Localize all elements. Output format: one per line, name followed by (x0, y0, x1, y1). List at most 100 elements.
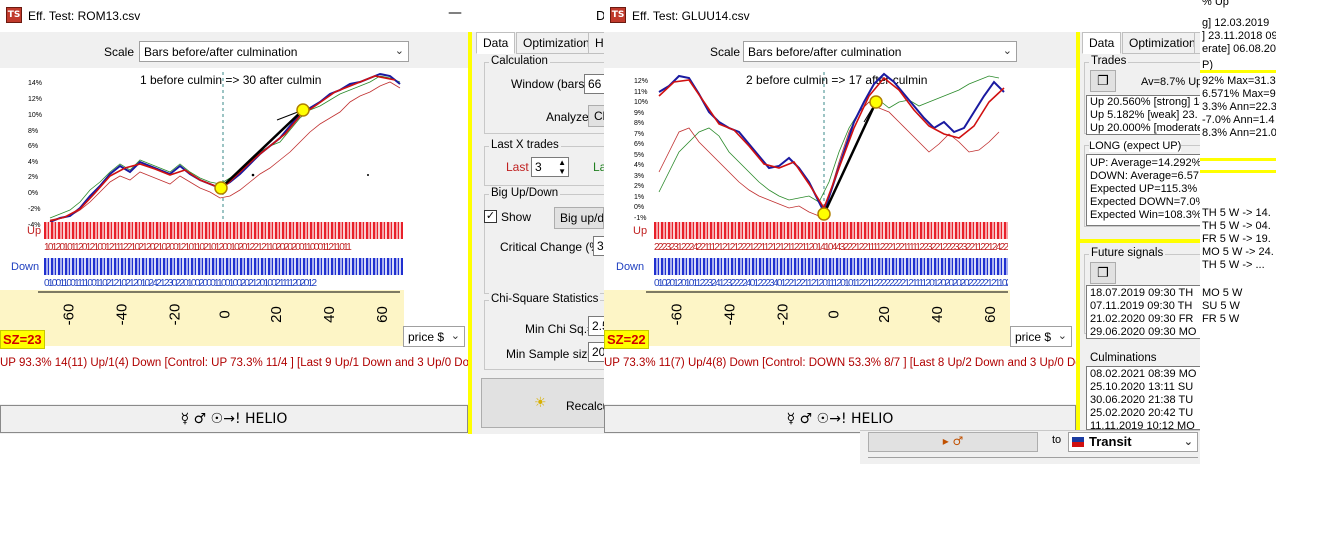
spinner-arrows-icon[interactable]: ▲ ▼ (558, 158, 566, 176)
y-tick-label: 6% (634, 141, 645, 148)
down-band (44, 258, 403, 275)
y-tick-label: 6% (28, 143, 39, 150)
app-icon: TS (610, 7, 626, 23)
series-red-thin (49, 81, 401, 221)
long-title: LONG (expect UP) (1089, 140, 1182, 152)
helio-button[interactable]: ☿ ♂ ☉→! HELIO (604, 405, 1076, 433)
culmination-start-marker (817, 207, 831, 221)
mars-button[interactable]: ▸ ♂ (868, 432, 1038, 452)
tab-optimization[interactable]: Optimization (1122, 32, 1200, 54)
y-tick-label: 9% (634, 109, 645, 117)
yellow-divider (1080, 239, 1200, 243)
list-item[interactable]: 18.07.2019 09:30 TH (1087, 287, 1200, 300)
min-sample-label: Min Sample size= (506, 347, 602, 361)
up-label: Up (633, 225, 648, 237)
trades-list[interactable]: Up 20.560% [strong] 14 Up 5.182% [weak] … (1086, 95, 1200, 135)
list-item[interactable]: 25.02.2020 20:42 TU (1087, 407, 1200, 420)
x-tick-label: -20 (166, 303, 184, 326)
min-chi-input[interactable]: 2.5 (588, 316, 604, 336)
y-tick-label: 2% (634, 183, 645, 190)
up-band (654, 222, 1008, 239)
list-item[interactable]: 07.11.2019 09:30 TH (1087, 300, 1200, 313)
up-digits: 2223231222422111212121222122112121211221… (654, 242, 1008, 253)
left-price-plot (49, 72, 401, 224)
far-top-row: ] 23.11.2018 09 (1202, 30, 1276, 42)
down-digits: 0100110011110011021210212010242123022010… (44, 278, 317, 289)
average-text: Av=8.7% Up (1141, 76, 1200, 88)
copy-signals-button[interactable]: ❐ (1090, 262, 1116, 284)
culmination-end-marker (869, 95, 883, 109)
list-item[interactable]: 25.10.2020 13:11 SU (1087, 381, 1200, 394)
left-window-title: Eff. Test: ROM13.csv (28, 9, 141, 23)
y-tick-label: 10% (634, 99, 649, 106)
left-titlebar[interactable]: TS Eff. Test: ROM13.csv — (0, 0, 470, 32)
y-tick-label: 10% (28, 112, 43, 119)
x-tick-label: 0 (825, 310, 843, 319)
critical-change-input[interactable]: 3 (593, 236, 604, 256)
price-select[interactable]: price $ ⌄ (403, 326, 465, 347)
last-input[interactable]: 3 ▲ ▼ (531, 157, 569, 177)
y-tick-label: -1% (634, 214, 647, 222)
scale-select-value: Bars before/after culmination (748, 45, 902, 59)
far-culm-row: MO 5 W (1202, 287, 1243, 299)
list-item[interactable]: 30.06.2020 21:38 TU (1087, 394, 1200, 407)
x-tick-label: 40 (320, 306, 338, 323)
culminations-list[interactable]: 08.02.2021 08:39 MO 25.10.2020 13:11 SU … (1086, 366, 1200, 430)
far-stat-row: 92% Max=31.3 (1202, 75, 1276, 87)
recalculate-button[interactable]: ☀ Recalcula (481, 378, 604, 428)
list-item[interactable]: 21.02.2020 09:30 FR (1087, 313, 1200, 326)
up-digits: 1012010112012100121112210212021020012101… (44, 242, 352, 253)
to-label: to (1052, 434, 1062, 446)
chevron-down-icon: ⌄ (394, 44, 404, 57)
tab-help[interactable]: He (588, 32, 604, 54)
y-tick-label: 8% (28, 128, 39, 135)
far-top-row: g] 12.03.2019 (1202, 17, 1270, 29)
price-select[interactable]: price $ ⌄ (1010, 326, 1072, 347)
tab-data[interactable]: Data (476, 32, 516, 54)
scale-label: Scale (710, 45, 741, 59)
y-tick-label: 5% (634, 151, 645, 159)
list-item[interactable]: 08.02.2021 08:39 MO (1087, 368, 1200, 381)
list-item: UP: Average=14.292% (1090, 157, 1200, 169)
big-up-down-button[interactable]: Big up/do (554, 207, 604, 229)
chevron-down-icon: ⌄ (1002, 44, 1012, 57)
tab-optimization[interactable]: Optimization (516, 32, 597, 54)
far-stat-row: 6.571% Max=9 (1202, 88, 1276, 100)
last-value: 3 (535, 160, 542, 174)
culmination-start-marker (214, 181, 228, 195)
right-price-plot (658, 72, 1005, 224)
x-axis-box: -60 -40 -20 0 20 40 60 (0, 290, 404, 346)
list-item[interactable]: Up 20.000% [moderate] (1087, 122, 1200, 134)
scale-select[interactable]: Bars before/after culmination ⌄ (139, 41, 409, 62)
list-item[interactable]: Up 20.560% [strong] 14 (1087, 96, 1200, 109)
helio-button[interactable]: ☿ ♂ ☉→! HELIO (0, 405, 468, 433)
analyze-select[interactable]: Cl (588, 105, 604, 127)
list-item[interactable]: 11.11.2019 10:12 MO (1087, 420, 1200, 429)
list-item: Expected DOWN=7.0% (1090, 196, 1200, 208)
window-bars-input[interactable]: 66 (584, 74, 604, 94)
y-tick-label: -2% (28, 206, 41, 213)
transit-select[interactable]: Transit ⌄ (1068, 432, 1198, 452)
far-top-row: erate] 06.08.20 (1202, 43, 1276, 55)
show-checkbox[interactable]: ✓ (484, 210, 497, 223)
chevron-down-icon: ⌄ (1057, 329, 1067, 342)
list-item[interactable]: Up 5.182% [weak] 23. (1087, 109, 1200, 122)
x-tick-label: 20 (875, 306, 893, 323)
minimize-icon[interactable]: — (448, 5, 462, 21)
flag-icon (1072, 437, 1084, 447)
tab-data[interactable]: Data (1082, 32, 1122, 54)
min-sample-input[interactable]: 20 (588, 342, 604, 362)
scale-select-value: Bars before/after culmination (144, 45, 298, 59)
y-tick-label: 4% (634, 162, 645, 169)
list-item[interactable]: 29.06.2020 09:30 MO (1087, 326, 1200, 338)
x-tick-label: -40 (113, 303, 131, 326)
x-tick-label: 40 (928, 306, 946, 323)
x-axis-ticks (646, 291, 1008, 293)
future-signals-list[interactable]: 18.07.2019 09:30 TH 07.11.2019 09:30 TH … (1086, 285, 1200, 339)
scale-select[interactable]: Bars before/after culmination ⌄ (743, 41, 1017, 62)
x-tick-label: -40 (721, 303, 739, 326)
analyze-label: Analyze (546, 110, 589, 124)
right-titlebar[interactable]: TS Eff. Test: GLUU14.csv — (604, 0, 1078, 32)
copy-trades-button[interactable]: ❐ (1090, 70, 1116, 92)
x-axis-box: -60 -40 -20 0 20 40 60 (604, 290, 1010, 346)
